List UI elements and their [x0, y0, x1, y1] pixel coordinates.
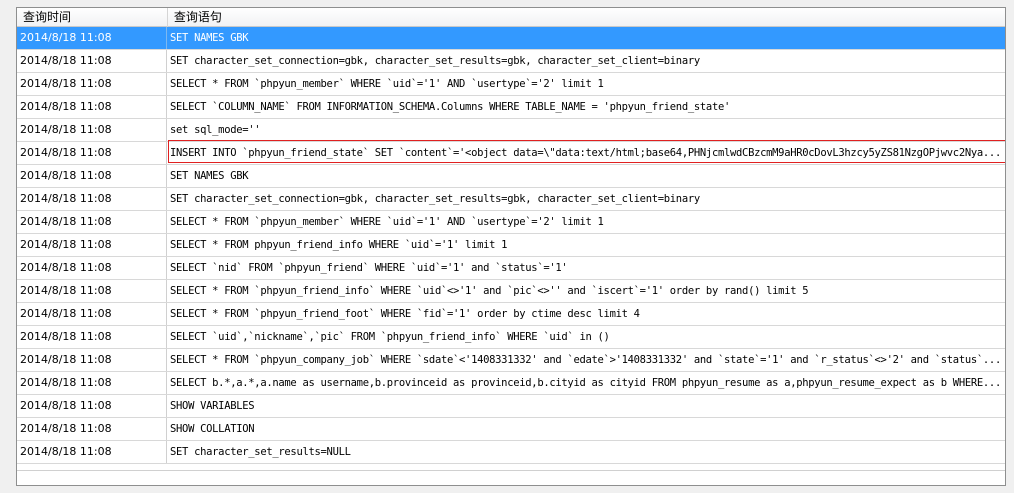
table-row[interactable]: 2014/8/18 11:08 SELECT * FROM `phpyun_mem…	[17, 211, 1005, 234]
query-statement-cell: SET character_set_results=NULL	[170, 446, 351, 458]
query-time-cell: 2014/8/18 11:08	[17, 441, 167, 463]
query-statement-cell: SET character_set_connection=gbk, charac…	[170, 193, 700, 205]
query-statement-cell: SELECT b.*,a.*,a.name as username,b.prov…	[170, 377, 1001, 389]
query-time-cell: 2014/8/18 11:08	[17, 27, 167, 49]
query-time-cell: 2014/8/18 11:08	[17, 234, 167, 256]
column-header-query[interactable]: 查询语句	[168, 8, 1005, 27]
table-row[interactable]: 2014/8/18 11:08 SET NAMES GBK	[17, 165, 1005, 188]
table-row[interactable]: 2014/8/18 11:08 SET NAMES GBK	[17, 27, 1005, 50]
table-row[interactable]: 2014/8/18 11:08 INSERT INTO `phpyun_frien…	[17, 142, 1005, 165]
table-row[interactable]: 2014/8/18 11:08 SELECT * FROM phpyun_frie…	[17, 234, 1005, 257]
query-statement-cell: SET NAMES GBK	[170, 32, 249, 44]
table-row[interactable]: 2014/8/18 11:08 SHOW VARIABLES	[17, 395, 1005, 418]
query-statement-cell: SELECT `COLUMN_NAME` FROM INFORMATION_SC…	[170, 101, 731, 113]
table-row[interactable]: 2014/8/18 11:08 SELECT b.*,a.*,a.name as …	[17, 372, 1005, 395]
query-time-cell: 2014/8/18 11:08	[17, 119, 167, 141]
table-row[interactable]: 2014/8/18 11:08 SELECT `nid` FROM `phpyun…	[17, 257, 1005, 280]
table-body: 2014/8/18 11:08 SET NAMES GBK 2014/8/18 11…	[17, 27, 1005, 464]
query-time-cell: 2014/8/18 11:08	[17, 211, 167, 233]
query-time-cell: 2014/8/18 11:08	[17, 188, 167, 210]
query-log-table[interactable]: 查询时间 查询语句 2014/8/18 11:08 SET NAMES GBK 20…	[16, 7, 1006, 486]
query-statement-cell: SELECT * FROM `phpyun_member` WHERE `uid…	[170, 216, 604, 228]
query-time-cell: 2014/8/18 11:08	[17, 395, 167, 417]
query-statement-cell: set sql_mode=''	[170, 124, 261, 136]
query-statement-cell: SELECT * FROM `phpyun_member` WHERE `uid…	[170, 78, 604, 90]
query-statement-cell: SHOW COLLATION	[170, 423, 255, 435]
top-strip	[0, 0, 1014, 7]
table-row[interactable]: 2014/8/18 11:08 SELECT * FROM `phpyun_fri…	[17, 303, 1005, 326]
query-statement-cell: SELECT * FROM `phpyun_company_job` WHERE…	[170, 354, 1001, 366]
query-statement-cell: SELECT * FROM phpyun_friend_info WHERE `…	[170, 239, 508, 251]
query-time-cell: 2014/8/18 11:08	[17, 280, 167, 302]
query-statement-cell: SET NAMES GBK	[170, 170, 249, 182]
table-empty-area	[17, 470, 1005, 485]
table-row[interactable]: 2014/8/18 11:08 SET character_set_connect…	[17, 188, 1005, 211]
query-statement-cell: SHOW VARIABLES	[170, 400, 255, 412]
table-row[interactable]: 2014/8/18 11:08 SET character_set_connect…	[17, 50, 1005, 73]
table-row[interactable]: 2014/8/18 11:08 SET character_set_results…	[17, 441, 1005, 464]
table-row[interactable]: 2014/8/18 11:08 set sql_mode=''	[17, 119, 1005, 142]
query-time-cell: 2014/8/18 11:08	[17, 418, 167, 440]
query-time-cell: 2014/8/18 11:08	[17, 73, 167, 95]
table-header: 查询时间 查询语句	[17, 8, 1005, 27]
table-row[interactable]: 2014/8/18 11:08 SELECT * FROM `phpyun_fri…	[17, 280, 1005, 303]
query-statement-cell: SELECT `nid` FROM `phpyun_friend` WHERE …	[170, 262, 568, 274]
query-time-cell: 2014/8/18 11:08	[17, 326, 167, 348]
query-time-cell: 2014/8/18 11:08	[17, 96, 167, 118]
query-time-cell: 2014/8/18 11:08	[17, 349, 167, 371]
column-header-time[interactable]: 查询时间	[17, 8, 168, 27]
query-time-cell: 2014/8/18 11:08	[17, 165, 167, 187]
query-time-cell: 2014/8/18 11:08	[17, 303, 167, 325]
query-statement-cell: SET character_set_connection=gbk, charac…	[170, 55, 700, 67]
query-statement-cell: SELECT `uid`,`nickname`,`pic` FROM `phpy…	[170, 331, 610, 343]
table-row[interactable]: 2014/8/18 11:08 SELECT `COLUMN_NAME` FROM…	[17, 96, 1005, 119]
table-row[interactable]: 2014/8/18 11:08 SELECT * FROM `phpyun_com…	[17, 349, 1005, 372]
query-time-cell: 2014/8/18 11:08	[17, 257, 167, 279]
query-time-cell: 2014/8/18 11:08	[17, 372, 167, 394]
table-row[interactable]: 2014/8/18 11:08 SHOW COLLATION	[17, 418, 1005, 441]
query-time-cell: 2014/8/18 11:08	[17, 142, 167, 164]
query-time-cell: 2014/8/18 11:08	[17, 50, 167, 72]
table-row[interactable]: 2014/8/18 11:08 SELECT * FROM `phpyun_mem…	[17, 73, 1005, 96]
query-statement-cell: INSERT INTO `phpyun_friend_state` SET `c…	[170, 147, 1001, 159]
query-statement-cell: SELECT * FROM `phpyun_friend_info` WHERE…	[170, 285, 809, 297]
window-edge	[1006, 7, 1014, 493]
table-row[interactable]: 2014/8/18 11:08 SELECT `uid`,`nickname`,`…	[17, 326, 1005, 349]
query-statement-cell: SELECT * FROM `phpyun_friend_foot` WHERE…	[170, 308, 640, 320]
